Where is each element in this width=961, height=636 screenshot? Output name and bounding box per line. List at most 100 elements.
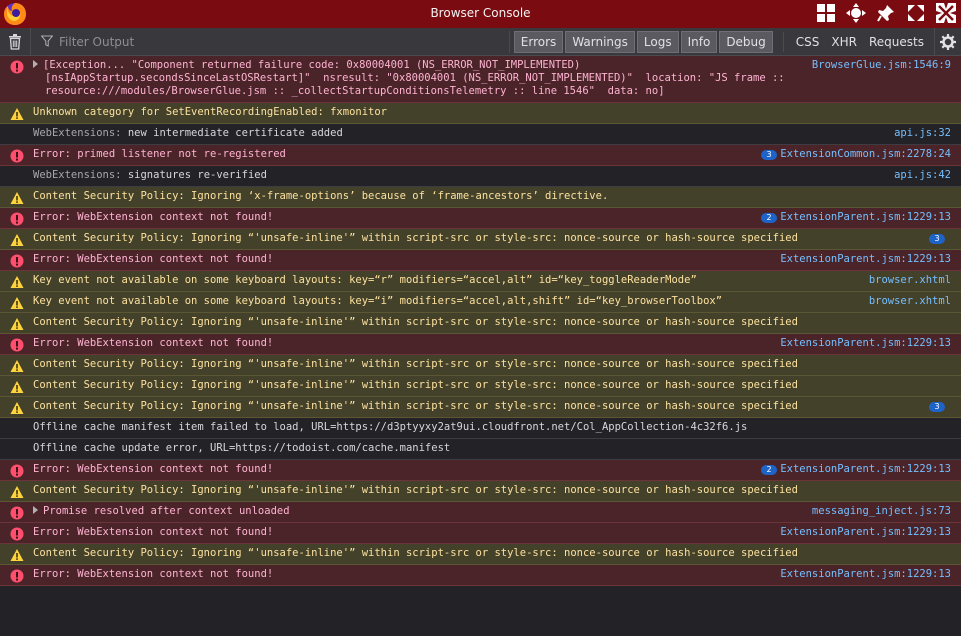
trash-icon[interactable] xyxy=(0,28,31,55)
warning-icon xyxy=(10,191,24,205)
source-link[interactable]: ExtensionParent.jsm:1229:13 xyxy=(780,253,951,266)
filter-requests-button[interactable]: Requests xyxy=(863,32,930,52)
console-message-info[interactable]: WebExtensions: signatures re-verified api… xyxy=(0,166,961,187)
warning-icon xyxy=(10,233,24,247)
filter-warnings-button[interactable]: Warnings xyxy=(565,30,635,53)
warning-icon xyxy=(10,296,24,310)
console-message-error[interactable]: Error: WebExtension context not found! 2 E… xyxy=(0,460,961,481)
message-line: new intermediate certificate added xyxy=(127,127,343,139)
error-icon xyxy=(10,60,24,74)
console-message-error[interactable]: Promise resolved after context unloaded m… xyxy=(0,502,961,523)
message-text: WebExtensions: signatures re-verified xyxy=(33,169,751,182)
console-output: [Exception... "Component returned failur… xyxy=(0,56,961,586)
message-line: signatures re-verified xyxy=(127,169,267,181)
console-message-warn[interactable]: Content Security Policy: Ignoring “'unsa… xyxy=(0,376,961,397)
level-filters: Errors Warnings Logs Info Debug xyxy=(508,30,775,53)
source-link[interactable]: api.js:32 xyxy=(894,127,951,140)
error-icon xyxy=(10,254,24,268)
console-message-info[interactable]: Offline cache update error, URL=https://… xyxy=(0,439,961,460)
console-message-warn[interactable]: Content Security Policy: Ignoring “'unsa… xyxy=(0,229,961,250)
move-window-icon[interactable] xyxy=(845,2,867,24)
console-message-warn[interactable]: Content Security Policy: Ignoring ‘x-fra… xyxy=(0,187,961,208)
console-message-error[interactable]: Error: WebExtension context not found! 2 E… xyxy=(0,208,961,229)
message-line: Error: WebExtension context not found! xyxy=(33,463,274,475)
message-text: Promise resolved after context unloaded xyxy=(33,505,751,518)
expand-twisty-icon[interactable] xyxy=(33,506,38,514)
console-message-error[interactable]: [Exception... "Component returned failur… xyxy=(0,56,961,103)
message-line: Content Security Policy: Ignoring “'unsa… xyxy=(33,358,798,370)
message-line: Content Security Policy: Ignoring ‘x-fra… xyxy=(33,190,609,202)
message-text: Unknown category for SetEventRecordingEn… xyxy=(33,106,751,119)
message-text: Content Security Policy: Ignoring “'unsa… xyxy=(33,232,798,245)
repeat-count-badge: 2 xyxy=(761,465,777,475)
filter-input[interactable] xyxy=(57,33,301,50)
console-message-error[interactable]: Error: primed listener not re-registered… xyxy=(0,145,961,166)
message-line: Key event not available on some keyboard… xyxy=(33,274,697,286)
maximize-icon[interactable] xyxy=(905,2,927,24)
source-link[interactable]: messaging_inject.js:73 xyxy=(812,505,951,518)
source-link[interactable]: ExtensionParent.jsm:1229:13 xyxy=(780,568,951,581)
pin-icon[interactable] xyxy=(875,2,897,24)
message-text: Content Security Policy: Ignoring “'unsa… xyxy=(33,358,798,371)
message-text: Content Security Policy: Ignoring “'unsa… xyxy=(33,400,798,413)
console-message-warn[interactable]: Content Security Policy: Ignoring “'unsa… xyxy=(0,355,961,376)
console-message-warn[interactable]: Key event not available on some keyboard… xyxy=(0,292,961,313)
console-message-info[interactable]: Offline cache manifest item failed to lo… xyxy=(0,418,961,439)
warning-icon xyxy=(10,317,24,331)
tile-windows-icon[interactable] xyxy=(815,2,837,24)
error-icon xyxy=(10,338,24,352)
repeat-count-badge: 2 xyxy=(761,213,777,223)
source-link[interactable]: BrowserGlue.jsm:1546:9 xyxy=(812,59,951,72)
console-message-error[interactable]: Error: WebExtension context not found! Ex… xyxy=(0,250,961,271)
filter-xhr-button[interactable]: XHR xyxy=(825,32,863,52)
repeat-count-badge: 3 xyxy=(929,402,945,412)
message-text: Content Security Policy: Ignoring ‘x-fra… xyxy=(33,190,751,203)
console-message-warn[interactable]: Key event not available on some keyboard… xyxy=(0,271,961,292)
filter-info-button[interactable]: Info xyxy=(680,30,718,53)
console-message-warn[interactable]: Content Security Policy: Ignoring “'unsa… xyxy=(0,481,961,502)
message-text: Offline cache update error, URL=https://… xyxy=(33,442,751,455)
source-link[interactable]: browser.xhtml xyxy=(869,274,951,287)
console-message-error[interactable]: Error: WebExtension context not found! Ex… xyxy=(0,565,961,586)
filter-debug-button[interactable]: Debug xyxy=(719,30,773,53)
source-link[interactable]: ExtensionParent.jsm:1229:13 xyxy=(780,337,951,350)
message-text: Error: primed listener not re-registered xyxy=(33,148,751,161)
warning-icon xyxy=(10,380,24,394)
window-controls xyxy=(815,2,957,24)
filter-logs-button[interactable]: Logs xyxy=(636,30,679,53)
source-link[interactable]: ExtensionParent.jsm:1229:13 xyxy=(780,211,951,224)
source-link[interactable]: ExtensionParent.jsm:1229:13 xyxy=(780,526,951,539)
expand-twisty-icon[interactable] xyxy=(33,60,38,68)
error-icon xyxy=(10,464,24,478)
console-message-warn[interactable]: Content Security Policy: Ignoring “'unsa… xyxy=(0,544,961,565)
message-line: Error: primed listener not re-registered xyxy=(33,148,286,160)
title-bar: Browser Console xyxy=(0,0,961,28)
console-message-info[interactable]: WebExtensions: new intermediate certific… xyxy=(0,124,961,145)
console-message-warn[interactable]: Content Security Policy: Ignoring “'unsa… xyxy=(0,397,961,418)
type-filters: CSS XHR Requests xyxy=(782,31,930,52)
error-icon xyxy=(10,506,24,520)
message-text: Content Security Policy: Ignoring “'unsa… xyxy=(33,547,798,560)
console-message-error[interactable]: Error: WebExtension context not found! Ex… xyxy=(0,334,961,355)
message-text: [nsIAppStartup.secondsSinceLastOSRestart… xyxy=(33,72,785,85)
message-prefix: WebExtensions: xyxy=(33,127,122,139)
message-line: Unknown category for SetEventRecordingEn… xyxy=(33,106,388,118)
message-line: resource:///modules/BrowserGlue.jsm :: _… xyxy=(45,85,665,97)
message-text: Error: WebExtension context not found! xyxy=(33,526,751,539)
source-link[interactable]: ExtensionCommon.jsm:2278:24 xyxy=(780,148,951,161)
filter-css-button[interactable]: CSS xyxy=(790,32,826,52)
console-message-warn[interactable]: Content Security Policy: Ignoring “'unsa… xyxy=(0,313,961,334)
source-link[interactable]: api.js:42 xyxy=(894,169,951,182)
message-line: Key event not available on some keyboard… xyxy=(33,295,723,307)
source-link[interactable]: ExtensionParent.jsm:1229:13 xyxy=(780,463,951,476)
warning-icon xyxy=(10,485,24,499)
console-message-warn[interactable]: Unknown category for SetEventRecordingEn… xyxy=(0,103,961,124)
filter-errors-button[interactable]: Errors xyxy=(513,30,564,53)
console-message-error[interactable]: Error: WebExtension context not found! Ex… xyxy=(0,523,961,544)
gear-icon[interactable] xyxy=(934,28,961,55)
close-icon[interactable] xyxy=(935,2,957,24)
message-text: Error: WebExtension context not found! xyxy=(33,211,751,224)
source-link[interactable]: browser.xhtml xyxy=(869,295,951,308)
message-text: WebExtensions: new intermediate certific… xyxy=(33,127,751,140)
error-icon xyxy=(10,527,24,541)
